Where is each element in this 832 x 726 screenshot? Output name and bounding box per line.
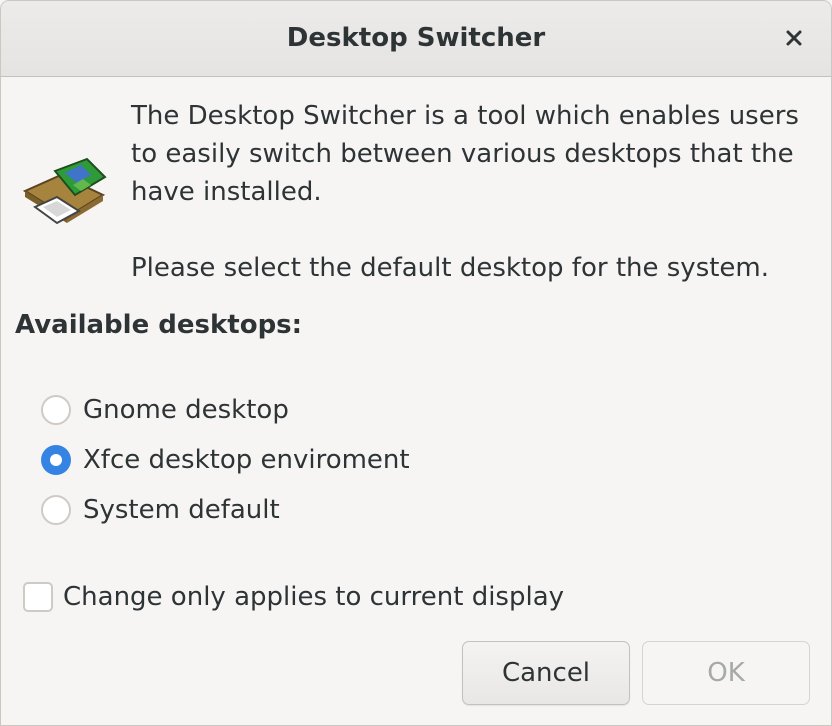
ok-button: OK <box>642 641 810 705</box>
checkbox-label: Change only applies to current display <box>63 582 565 612</box>
description-line: to easily switch between various desktop… <box>131 139 794 169</box>
window-title: Desktop Switcher <box>286 23 546 53</box>
titlebar: Desktop Switcher <box>1 1 831 77</box>
description: The Desktop Switcher is a tool which ena… <box>131 97 811 287</box>
radio-gnome-desktop[interactable]: Gnome desktop <box>41 390 289 430</box>
current-display-checkbox[interactable] <box>23 582 53 612</box>
close-button[interactable] <box>777 21 811 55</box>
current-display-checkbox-row[interactable]: Change only applies to current display <box>23 577 564 617</box>
radio-label: Xfce desktop enviroment <box>83 445 410 475</box>
radio-button[interactable] <box>41 495 71 525</box>
instruction-text: Please select the default desktop for th… <box>131 253 770 283</box>
description-line: The Desktop Switcher is a tool which ena… <box>131 101 799 131</box>
radio-xfce-desktop[interactable]: Xfce desktop enviroment <box>41 440 410 480</box>
radio-label: System default <box>83 495 280 525</box>
radio-button-selected[interactable] <box>41 445 71 475</box>
desktop-switcher-dialog: Desktop Switcher The Desktop Switcher is… <box>0 0 832 726</box>
cancel-button[interactable]: Cancel <box>462 641 630 705</box>
description-line: have installed. <box>131 177 322 207</box>
radio-label: Gnome desktop <box>83 395 289 425</box>
radio-system-default[interactable]: System default <box>41 490 280 530</box>
available-desktops-label: Available desktops: <box>15 310 303 340</box>
close-icon <box>786 30 802 46</box>
radio-button[interactable] <box>41 395 71 425</box>
desktop-switcher-icon <box>22 157 107 225</box>
